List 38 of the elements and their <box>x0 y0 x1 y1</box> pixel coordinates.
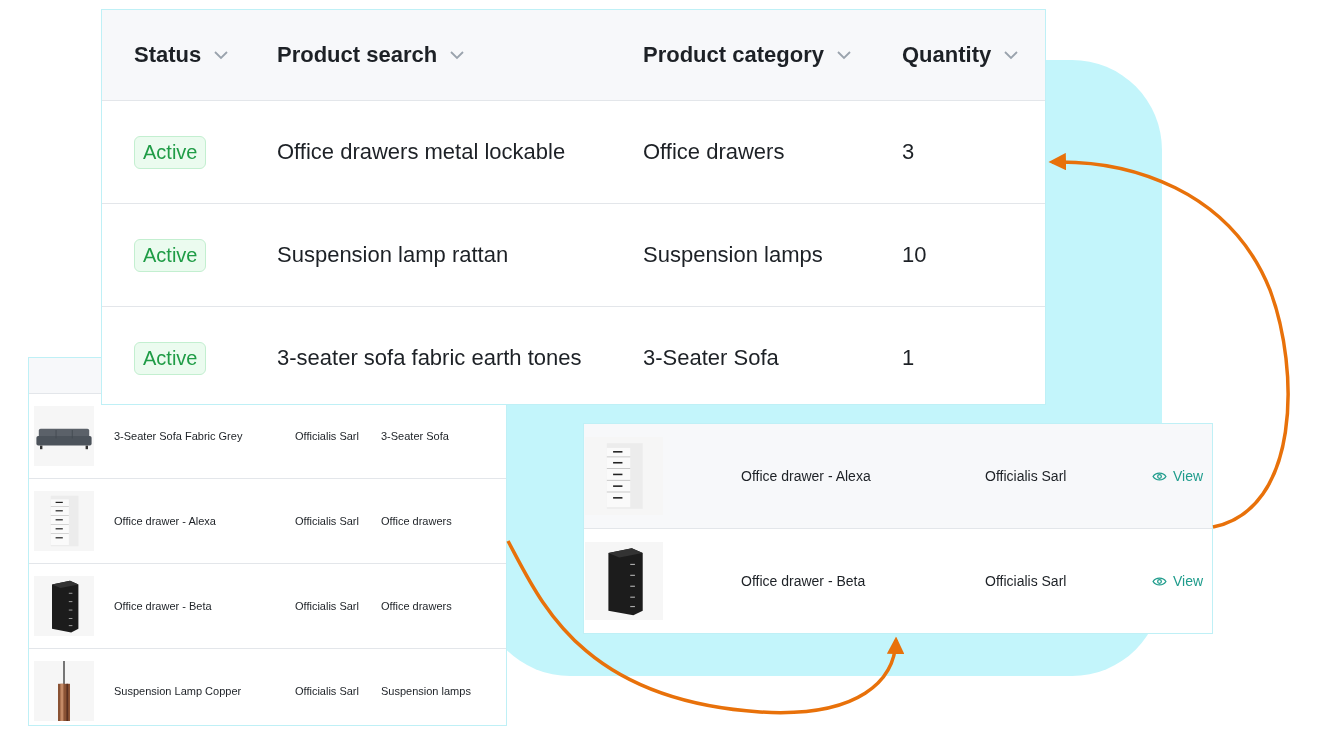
chevron-down-icon <box>1003 50 1020 60</box>
product-search: 3-seater sofa fabric earth tones <box>277 345 583 371</box>
product-category: Office drawers <box>643 139 786 165</box>
chevron-down-icon <box>835 50 852 60</box>
status-badge: Active <box>134 238 207 272</box>
column-header[interactable]: Status <box>134 42 202 68</box>
product-category: 3-Seater Sofa <box>643 345 780 371</box>
product-name: 3-Seater Sofa Fabric Grey <box>114 430 244 442</box>
category-name: 3-Seater Sofa <box>381 430 450 442</box>
chevron-down-icon <box>213 50 230 60</box>
quantity: 3 <box>902 139 916 165</box>
product-search: Suspension lamp rattan <box>277 242 510 268</box>
column-header[interactable]: Product search <box>277 42 438 68</box>
product-name: Suspension Lamp Copper <box>114 685 243 697</box>
supplier-name: Officialis Sarl <box>295 430 360 442</box>
category-name: Suspension lamps <box>381 685 472 697</box>
product-search: Office drawers metal lockable <box>277 139 567 165</box>
supplier-name: Officialis Sarl <box>985 573 1068 589</box>
supplier-name: Officialis Sarl <box>295 600 360 612</box>
status-badge: Active <box>134 135 207 169</box>
supplier-name: Officialis Sarl <box>985 468 1068 484</box>
quantity: 10 <box>902 242 928 268</box>
eye-icon <box>1152 470 1167 482</box>
product-name: Office drawer - Alexa <box>741 468 872 484</box>
column-header[interactable]: Quantity <box>902 42 992 68</box>
product-name: Office drawer - Beta <box>741 573 867 589</box>
chevron-down-icon <box>449 50 466 60</box>
supplier-name: Officialis Sarl <box>295 515 360 527</box>
product-name: Office drawer - Alexa <box>114 515 217 527</box>
supplier-name: Officialis Sarl <box>295 685 360 697</box>
column-header[interactable]: Product category <box>643 42 824 68</box>
product-category: Suspension lamps <box>643 242 824 268</box>
quantity: 1 <box>902 345 916 371</box>
product-name: Office drawer - Beta <box>114 600 213 612</box>
category-name: Office drawers <box>381 600 453 612</box>
eye-icon <box>1152 575 1167 587</box>
status-badge: Active <box>134 341 207 375</box>
category-name: Office drawers <box>381 515 453 527</box>
